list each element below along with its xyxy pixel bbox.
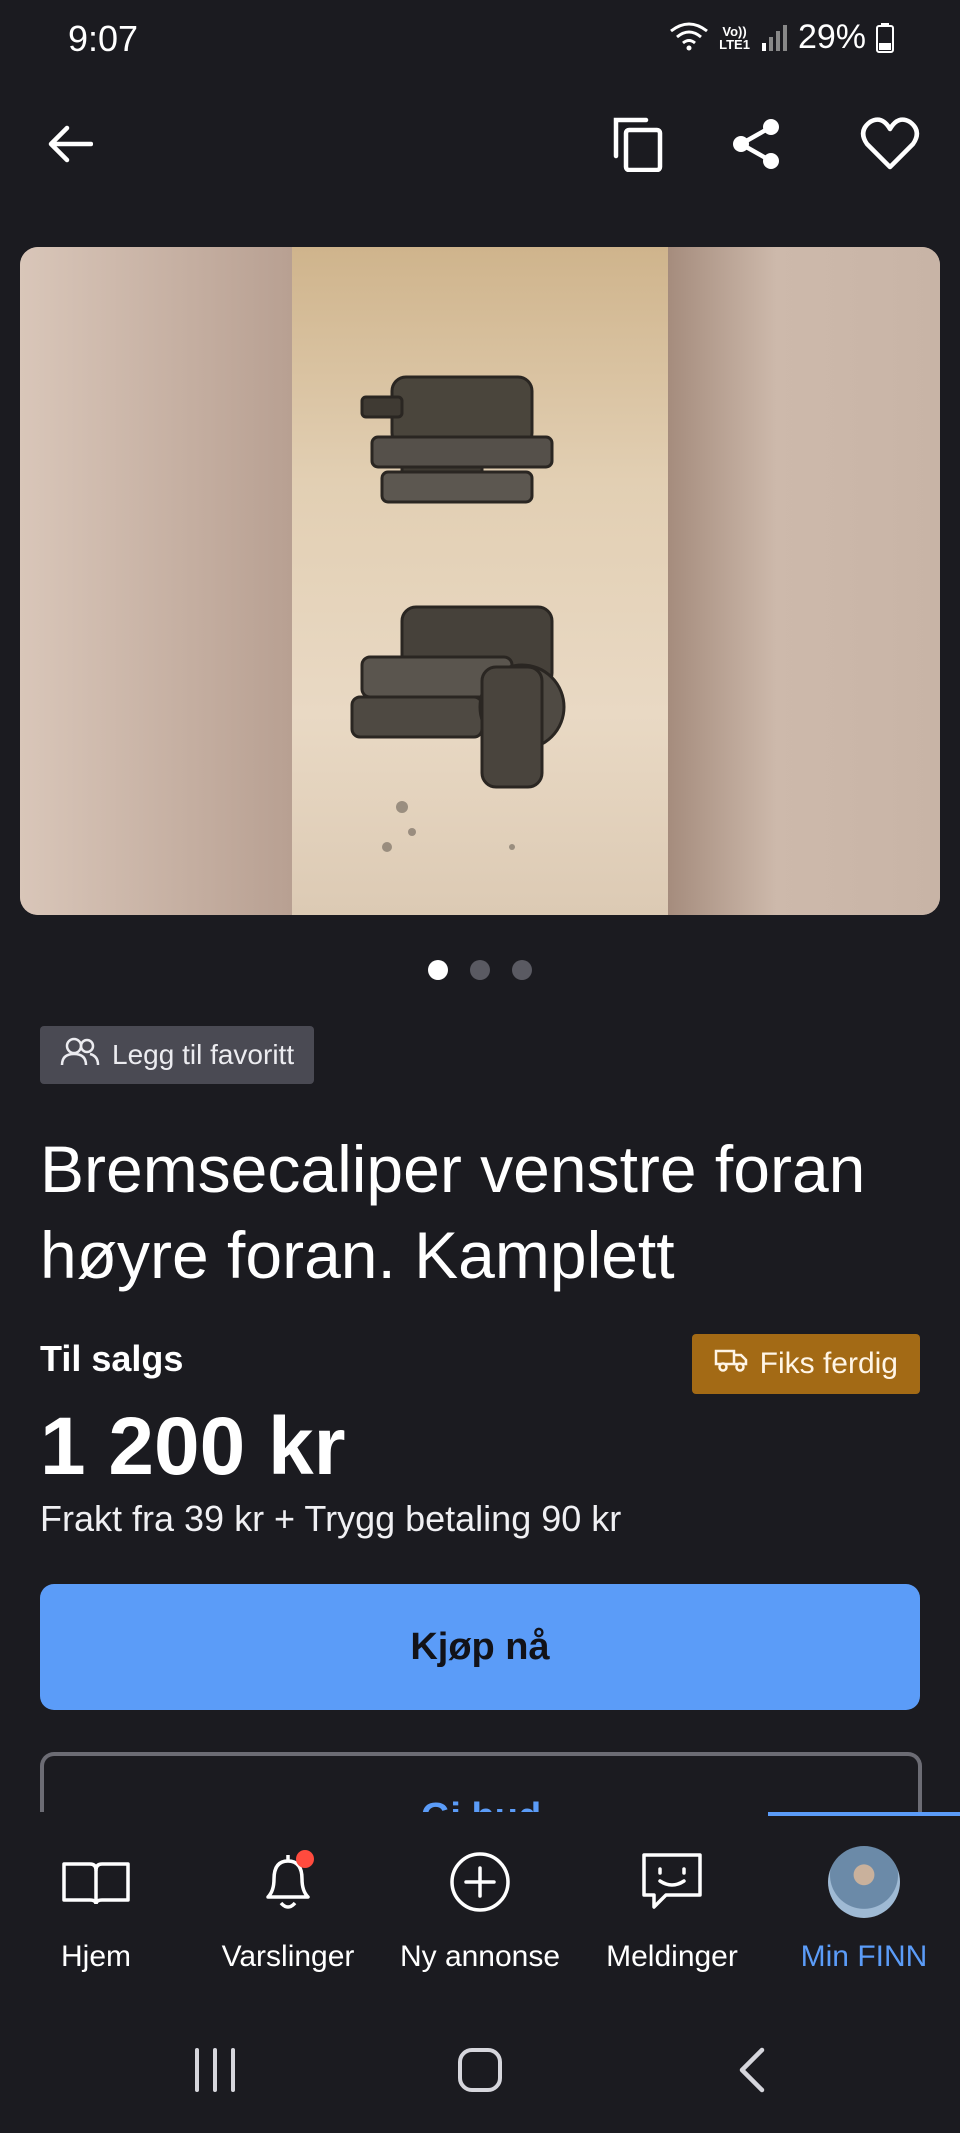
copy-button[interactable] [598,106,678,186]
system-navigation-bar [0,2012,960,2133]
pagination-dot-active[interactable] [428,960,448,980]
buy-now-button[interactable]: Kjøp nå [40,1584,920,1710]
delivery-truck-icon [714,1347,748,1381]
nav-item-home[interactable]: Hjem [0,1842,192,1992]
status-icons: Vo)) LTE1 29% [669,18,894,57]
listing-title: Bremsecaliper venstre foran høyre foran.… [40,1132,866,1292]
nav-item-new-ad[interactable]: Ny annonse [384,1842,576,1992]
fiks-ferdig-label: Fiks ferdig [759,1347,898,1380]
home-icon[interactable] [456,2046,504,2099]
pagination-dot[interactable] [470,960,490,980]
battery-icon [876,22,894,53]
status-time: 9:07 [68,18,139,59]
bottom-navigation: Hjem Varslinger Ny annonse Meldinger Min… [0,1812,960,2012]
share-icon [729,117,783,176]
avatar-wrapper [824,1842,904,1922]
arrow-left-icon [47,124,94,169]
app-bar [0,100,960,195]
listing-image[interactable] [20,247,940,915]
back-nav-icon[interactable] [736,2046,768,2099]
shipping-info: Frakt fra 39 kr + Trygg betaling 90 kr [40,1498,622,1539]
add-to-favorites-label: Legg til favoritt [112,1039,295,1070]
battery-percent: 29% [797,18,866,56]
users-icon [60,1037,100,1074]
nav-item-notifications[interactable]: Varslinger [192,1842,384,1992]
listing-price: 1 200 kr [40,1401,346,1492]
favorite-button[interactable] [850,106,930,186]
nav-label-home: Hjem [60,1940,131,1973]
network-type: Vo)) LTE1 [719,23,750,52]
image-blur-left [20,247,292,915]
nav-label-new-ad: Ny annonse [399,1940,561,1973]
share-button[interactable] [716,106,796,186]
image-blur-right [668,247,940,915]
nav-item-messages[interactable]: Meldinger [576,1842,768,1992]
nav-label-notifications: Varslinger [221,1940,355,1973]
pagination-dot[interactable] [512,960,532,980]
chat-icon [632,1842,712,1922]
heart-icon [860,116,920,176]
fiks-ferdig-badge: Fiks ferdig [691,1334,920,1394]
back-button[interactable] [30,106,110,186]
avatar [828,1846,900,1918]
nav-label-messages: Meldinger [606,1940,738,1973]
active-tab-indicator [768,1812,960,1816]
brake-caliper-photo [292,247,668,915]
copy-icon [612,116,664,177]
wifi-icon [669,21,709,55]
sale-status: Til salgs [40,1338,184,1379]
notification-dot [296,1850,314,1868]
add-to-favorites-chip[interactable]: Legg til favoritt [40,1026,315,1084]
recent-apps-icon[interactable] [190,2048,240,2097]
gallery-pagination [0,960,960,980]
book-icon [56,1842,136,1922]
status-bar: 9:07 Vo)) LTE1 29% [0,0,960,80]
nav-label-my-finn: Min FINN [800,1940,928,1973]
bell-icon [248,1842,328,1922]
signal-icon [760,23,788,53]
plus-circle-icon [440,1842,520,1922]
nav-item-my-finn[interactable]: Min FINN [768,1842,960,1992]
